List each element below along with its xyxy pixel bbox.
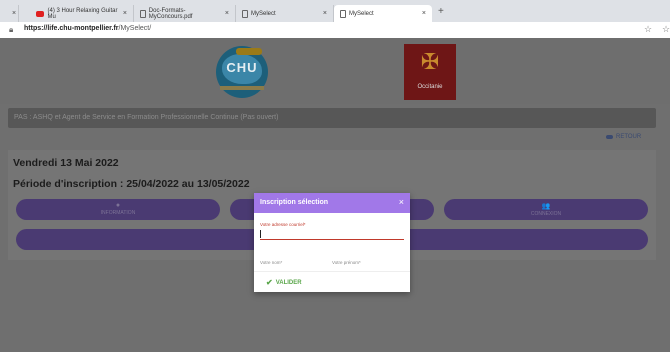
tab-pdf[interactable]: Doc-Formats-MyConcours.pdf × (134, 5, 236, 22)
check-icon: ✔ (266, 278, 273, 287)
user-group-icon: 👥 (541, 203, 551, 210)
session-banner: PAS : ASHQ et Agent de Service en Format… (8, 108, 656, 128)
lock-icon: 🔒︎ (9, 25, 14, 34)
url-text[interactable]: https://life.chu-montpellier.fr/MySelect… (24, 25, 151, 32)
tab-label: (4) 3 Hour Relaxing Guitar Mu (47, 7, 118, 20)
close-icon[interactable]: × (12, 10, 16, 17)
connexion-button[interactable]: 👥 CONNEXION (444, 199, 648, 220)
information-button[interactable]: ● INFORMATION (16, 199, 220, 220)
tab-label: Doc-Formats-MyConcours.pdf (148, 7, 193, 20)
tab-label: MySelect (251, 10, 276, 17)
text-caret (260, 230, 261, 238)
back-button[interactable]: RETOUR (606, 134, 641, 140)
youtube-icon (36, 10, 45, 17)
back-icon (606, 135, 613, 139)
tab-label: MySelect (349, 10, 374, 17)
session-date: Vendredi 13 Mai 2022 (13, 157, 119, 169)
page-icon (242, 9, 248, 18)
occitan-cross-icon: ✠ (420, 49, 440, 74)
bookmark-star-icon[interactable]: ☆ (644, 24, 652, 35)
occitanie-logo: ✠ Occitanie (404, 44, 456, 100)
close-icon[interactable]: × (399, 197, 404, 207)
tab-myselect[interactable]: MySelect × (236, 5, 334, 22)
close-icon[interactable]: × (422, 10, 426, 17)
close-icon[interactable]: × (323, 10, 327, 17)
extensions-icon[interactable]: ☆ (662, 24, 670, 35)
chu-logo: CHU (216, 46, 268, 98)
tab-myselect-active[interactable]: MySelect × (334, 5, 432, 22)
inscription-modal: Inscription sélection × Votre adresse co… (254, 193, 410, 292)
tab-youtube[interactable]: (4) 3 Hour Relaxing Guitar Mu × (30, 5, 134, 22)
registration-period: Période d'inscription : 25/04/2022 au 13… (13, 178, 250, 190)
close-icon[interactable]: × (123, 10, 127, 17)
page-icon (340, 9, 346, 18)
email-input[interactable] (260, 229, 404, 240)
close-icon[interactable]: × (225, 10, 229, 17)
banner-title: PAS : ASHQ et Agent de Service en Format… (14, 114, 279, 121)
tab-close-previous[interactable]: × (6, 5, 19, 22)
middle-button-right[interactable] (410, 199, 434, 220)
middle-button-left[interactable] (230, 199, 254, 220)
new-tab-button[interactable]: + (438, 6, 444, 17)
modal-title: Inscription sélection (260, 199, 329, 206)
document-icon (140, 9, 146, 18)
modal-header: Inscription sélection × (254, 193, 410, 213)
email-label: Votre adresse courriel* (260, 222, 306, 227)
address-bar[interactable]: 🔒︎ https://life.chu-montpellier.fr/MySel… (0, 22, 670, 39)
logo-header: CHU ✠ Occitanie (0, 38, 670, 104)
info-icon: ● (115, 202, 121, 209)
valider-button[interactable]: ✔ VALIDER (266, 278, 302, 287)
browser-tab-bar: × (4) 3 Hour Relaxing Guitar Mu × Doc-Fo… (0, 0, 670, 22)
